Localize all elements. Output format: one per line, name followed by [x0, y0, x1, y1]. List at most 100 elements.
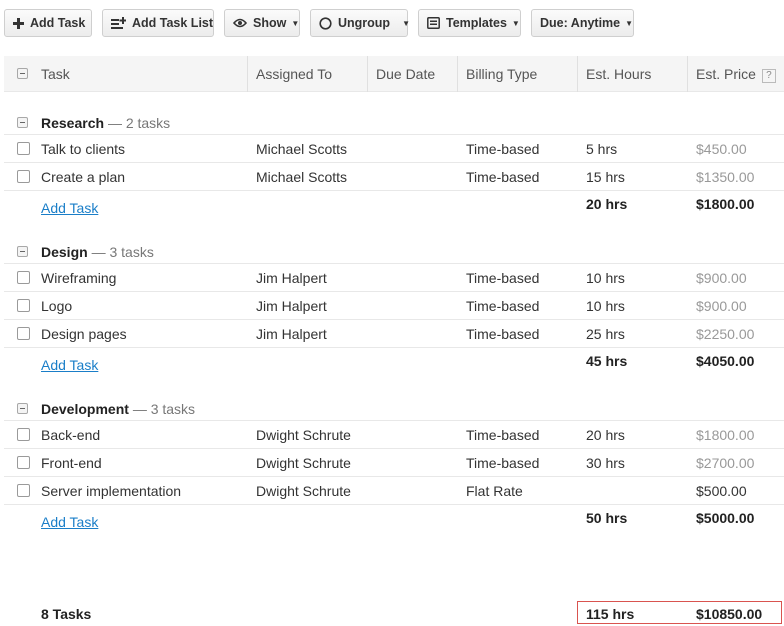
- ungroup-button[interactable]: Ungroup ▼: [310, 9, 410, 37]
- add-task-list-label: Add Task List: [132, 16, 214, 30]
- group-name: Development: [41, 401, 129, 417]
- grand-total-price: $10850.00: [696, 606, 763, 622]
- task-name[interactable]: Server implementation: [41, 483, 181, 499]
- checkbox-icon[interactable]: [17, 170, 30, 183]
- task-price: $1350.00: [696, 169, 755, 185]
- task-assigned[interactable]: Jim Halpert: [256, 326, 327, 342]
- add-task-link[interactable]: Add Task: [41, 200, 98, 216]
- task-name[interactable]: Front-end: [41, 455, 102, 471]
- show-button[interactable]: Show ▼: [224, 9, 300, 37]
- collapse-icon[interactable]: [17, 246, 28, 257]
- templates-button[interactable]: Templates ▼: [418, 9, 521, 37]
- task-hours[interactable]: 10 hrs: [586, 270, 625, 286]
- task-assigned[interactable]: Dwight Schrute: [256, 427, 351, 443]
- checkbox-icon[interactable]: [17, 142, 30, 155]
- task-name[interactable]: Wireframing: [41, 270, 116, 286]
- add-task-list-button[interactable]: Add Task List: [102, 9, 214, 37]
- checkbox-icon[interactable]: [17, 428, 30, 441]
- group-name: Design: [41, 244, 88, 260]
- task-hours[interactable]: 30 hrs: [586, 455, 625, 471]
- task-hours[interactable]: 10 hrs: [586, 298, 625, 314]
- eye-icon: [233, 18, 247, 28]
- task-billing[interactable]: Time-based: [466, 326, 539, 342]
- group-total-price: $1800.00: [696, 196, 755, 212]
- task-assigned[interactable]: Michael Scotts: [256, 169, 347, 185]
- collapse-all-icon[interactable]: [17, 68, 28, 79]
- task-name[interactable]: Talk to clients: [41, 141, 125, 157]
- checkbox-icon[interactable]: [17, 327, 30, 340]
- group-total-hours: 50 hrs: [586, 510, 628, 526]
- group-header: Research — 2 tasks: [41, 115, 170, 131]
- caret-down-icon: ▼: [625, 18, 634, 28]
- task-hours[interactable]: 15 hrs: [586, 169, 625, 185]
- group-header: Development — 3 tasks: [41, 401, 195, 417]
- caret-down-icon: ▼: [511, 18, 520, 28]
- task-assigned[interactable]: Michael Scotts: [256, 141, 347, 157]
- task-name[interactable]: Back-end: [41, 427, 100, 443]
- task-assigned[interactable]: Dwight Schrute: [256, 455, 351, 471]
- task-billing[interactable]: Time-based: [466, 270, 539, 286]
- add-task-button[interactable]: Add Task: [4, 9, 92, 37]
- task-assigned[interactable]: Dwight Schrute: [256, 483, 351, 499]
- column-task[interactable]: Task: [33, 56, 70, 92]
- task-billing[interactable]: Flat Rate: [466, 483, 523, 499]
- add-list-icon: [111, 17, 126, 29]
- circle-icon: [319, 16, 332, 30]
- task-price: $2250.00: [696, 326, 755, 342]
- task-billing[interactable]: Time-based: [466, 169, 539, 185]
- column-est-hours[interactable]: Est. Hours: [577, 56, 651, 92]
- task-hours[interactable]: 5 hrs: [586, 141, 617, 157]
- task-price: $450.00: [696, 141, 747, 157]
- divider: [4, 263, 784, 264]
- group-total-hours: 20 hrs: [586, 196, 628, 212]
- task-price: $2700.00: [696, 455, 755, 471]
- task-name[interactable]: Design pages: [41, 326, 127, 342]
- task-billing[interactable]: Time-based: [466, 298, 539, 314]
- group-header: Design — 3 tasks: [41, 244, 154, 260]
- task-hours[interactable]: 25 hrs: [586, 326, 625, 342]
- group-name: Research: [41, 115, 105, 131]
- task-price: $500.00: [696, 483, 747, 499]
- checkbox-icon[interactable]: [17, 299, 30, 312]
- plus-icon: [13, 17, 24, 29]
- task-assigned[interactable]: Jim Halpert: [256, 270, 327, 286]
- divider: [4, 420, 784, 421]
- group-total-price: $4050.00: [696, 353, 755, 369]
- divider: [4, 134, 784, 135]
- grand-total-hours: 115 hrs: [586, 606, 635, 622]
- divider: [4, 504, 784, 505]
- collapse-icon[interactable]: [17, 403, 28, 414]
- help-icon[interactable]: ?: [761, 69, 776, 83]
- caret-down-icon: ▼: [402, 18, 410, 28]
- table-header: Task Assigned To Due Date Billing Type E…: [4, 56, 784, 92]
- collapse-icon[interactable]: [17, 117, 28, 128]
- task-billing[interactable]: Time-based: [466, 427, 539, 443]
- column-billing-type[interactable]: Billing Type: [457, 56, 537, 92]
- column-assigned-to[interactable]: Assigned To: [247, 56, 332, 92]
- divider: [4, 319, 784, 320]
- group-total-hours: 45 hrs: [586, 353, 628, 369]
- checkbox-icon[interactable]: [17, 456, 30, 469]
- show-label: Show: [253, 16, 287, 30]
- group-count: — 3 tasks: [91, 244, 154, 260]
- due-filter-label: Due: Anytime: [540, 16, 621, 30]
- task-billing[interactable]: Time-based: [466, 455, 539, 471]
- checkbox-icon[interactable]: [17, 271, 30, 284]
- task-name[interactable]: Logo: [41, 298, 72, 314]
- task-billing[interactable]: Time-based: [466, 141, 539, 157]
- column-est-price[interactable]: Est. Price?: [687, 56, 784, 92]
- task-price: $1800.00: [696, 427, 755, 443]
- task-assigned[interactable]: Jim Halpert: [256, 298, 327, 314]
- task-name[interactable]: Create a plan: [41, 169, 125, 185]
- add-task-link[interactable]: Add Task: [41, 357, 98, 373]
- task-price: $900.00: [696, 270, 747, 286]
- checkbox-icon[interactable]: [17, 484, 30, 497]
- templates-label: Templates: [446, 16, 507, 30]
- task-hours[interactable]: 20 hrs: [586, 427, 625, 443]
- divider: [4, 476, 784, 477]
- add-task-link[interactable]: Add Task: [41, 514, 98, 530]
- divider: [4, 448, 784, 449]
- due-filter-button[interactable]: Due: Anytime ▼: [531, 9, 634, 37]
- template-icon: [427, 17, 440, 29]
- column-due-date[interactable]: Due Date: [367, 56, 435, 92]
